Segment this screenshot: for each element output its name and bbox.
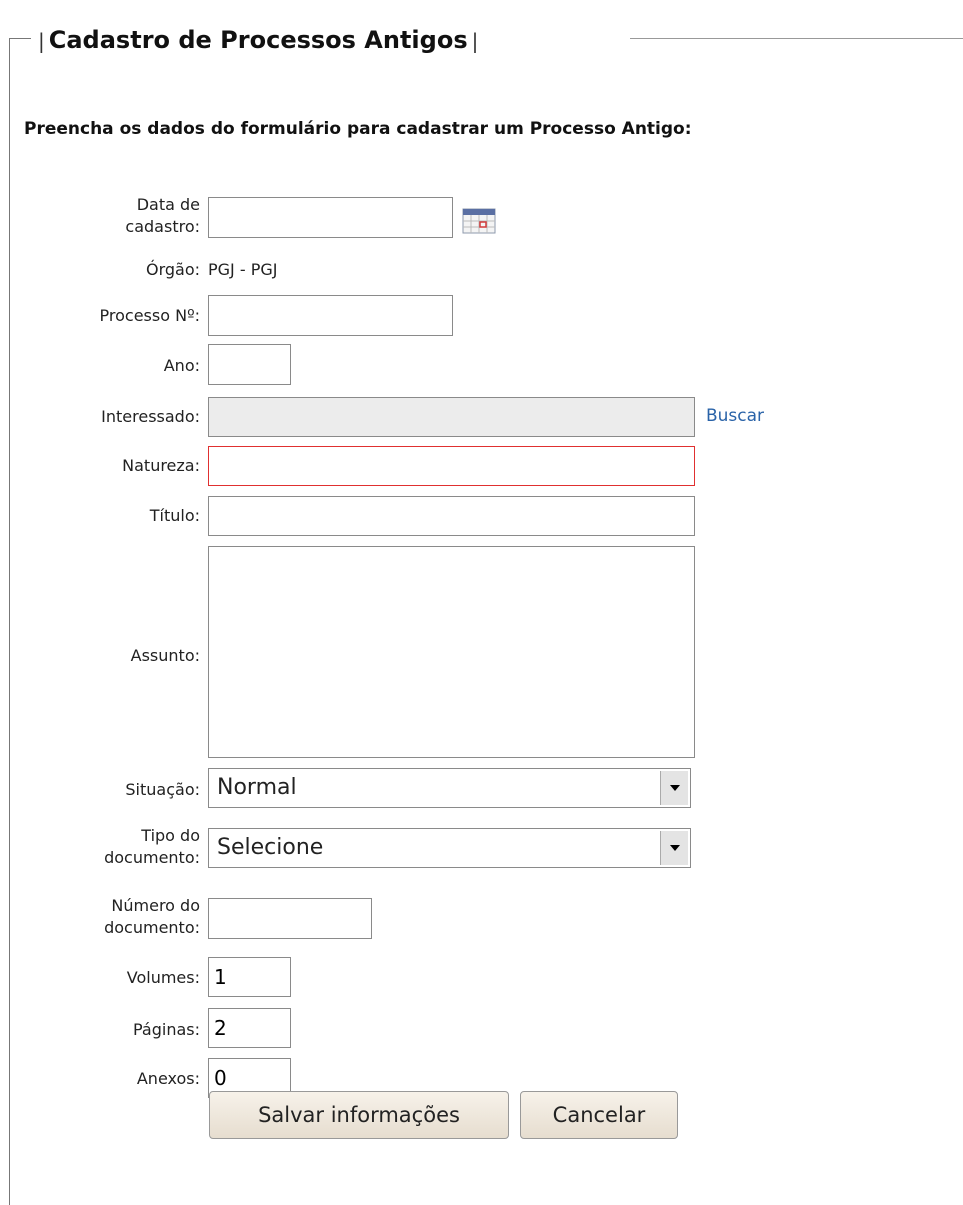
page-title: Cadastro de Processos Antigos [48,26,468,54]
situacao-select[interactable]: Normal [208,768,691,808]
fieldset-border-top-right [630,38,963,39]
label-assunto: Assunto: [130,646,200,665]
fieldset-border-top-left [9,38,31,39]
numero-documento-input[interactable] [208,898,372,939]
label-ano: Ano: [163,356,200,375]
chevron-down-icon[interactable] [660,831,688,865]
fieldset-legend: | Cadastro de Processos Antigos | [38,26,479,54]
interessado-input [208,397,695,437]
salvar-button[interactable]: Salvar informações [209,1091,509,1139]
label-data-cadastro: Data de cadastro: [125,195,200,236]
fieldset-border [9,38,10,1205]
form-instructions: Preencha os dados do formulário para cad… [24,119,692,139]
paginas-input[interactable] [208,1008,291,1048]
volumes-input[interactable] [208,957,291,997]
label-natureza: Natureza: [122,456,200,475]
ano-input[interactable] [208,344,291,385]
label-titulo: Título: [149,506,200,525]
chevron-down-icon[interactable] [660,771,688,805]
label-processo: Processo Nº: [99,306,200,325]
orgao-value: PGJ - PGJ [208,260,278,279]
assunto-textarea[interactable] [208,546,695,758]
buscar-link[interactable]: Buscar [706,406,764,426]
calendar-icon[interactable] [462,206,496,234]
label-volumes: Volumes: [126,968,200,987]
label-paginas: Páginas: [132,1020,200,1039]
cancelar-button[interactable]: Cancelar [520,1091,678,1139]
data-cadastro-input[interactable] [208,197,453,238]
label-tipo-documento: Tipo do documento: [104,826,200,867]
titulo-input[interactable] [208,496,695,536]
label-interessado: Interessado: [101,407,200,426]
tipo-documento-select[interactable]: Selecione [208,828,691,868]
label-orgao: Órgão: [145,260,200,279]
label-anexos: Anexos: [136,1069,200,1088]
label-situacao: Situação: [125,780,200,799]
natureza-input[interactable] [208,446,695,486]
processo-numero-input[interactable] [208,295,453,336]
label-numero-documento: Número do documento: [104,896,200,937]
